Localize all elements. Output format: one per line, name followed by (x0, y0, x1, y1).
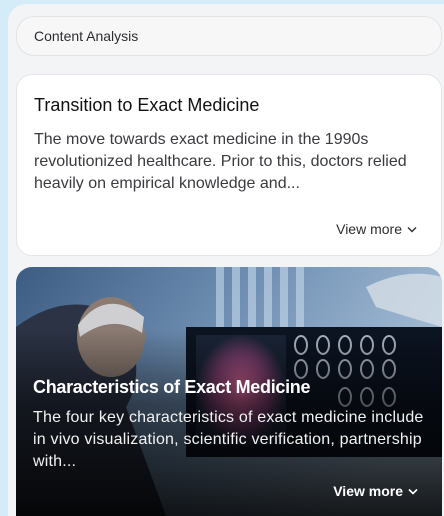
view-more-label: View more (333, 483, 403, 499)
view-more-button[interactable]: View more (333, 483, 418, 499)
chevron-down-icon (408, 488, 418, 495)
view-more-label: View more (336, 221, 402, 237)
card-title: Characteristics of Exact Medicine (33, 377, 311, 397)
content-analysis-header[interactable]: Content Analysis (16, 16, 442, 56)
card-summary: The four key characteristics of exact me… (33, 409, 424, 470)
chevron-down-icon (407, 226, 417, 232)
card-title: Transition to Exact Medicine (34, 95, 260, 115)
card-summary: The move towards exact medicine in the 1… (34, 131, 407, 192)
card-transition-to-exact-medicine[interactable]: Transition to Exact Medicine The move to… (16, 74, 442, 256)
view-more-button[interactable]: View more (336, 221, 417, 237)
header-label: Content Analysis (34, 28, 139, 44)
card-characteristics-of-exact-medicine[interactable]: Characteristics of Exact Medicine The fo… (16, 267, 442, 516)
